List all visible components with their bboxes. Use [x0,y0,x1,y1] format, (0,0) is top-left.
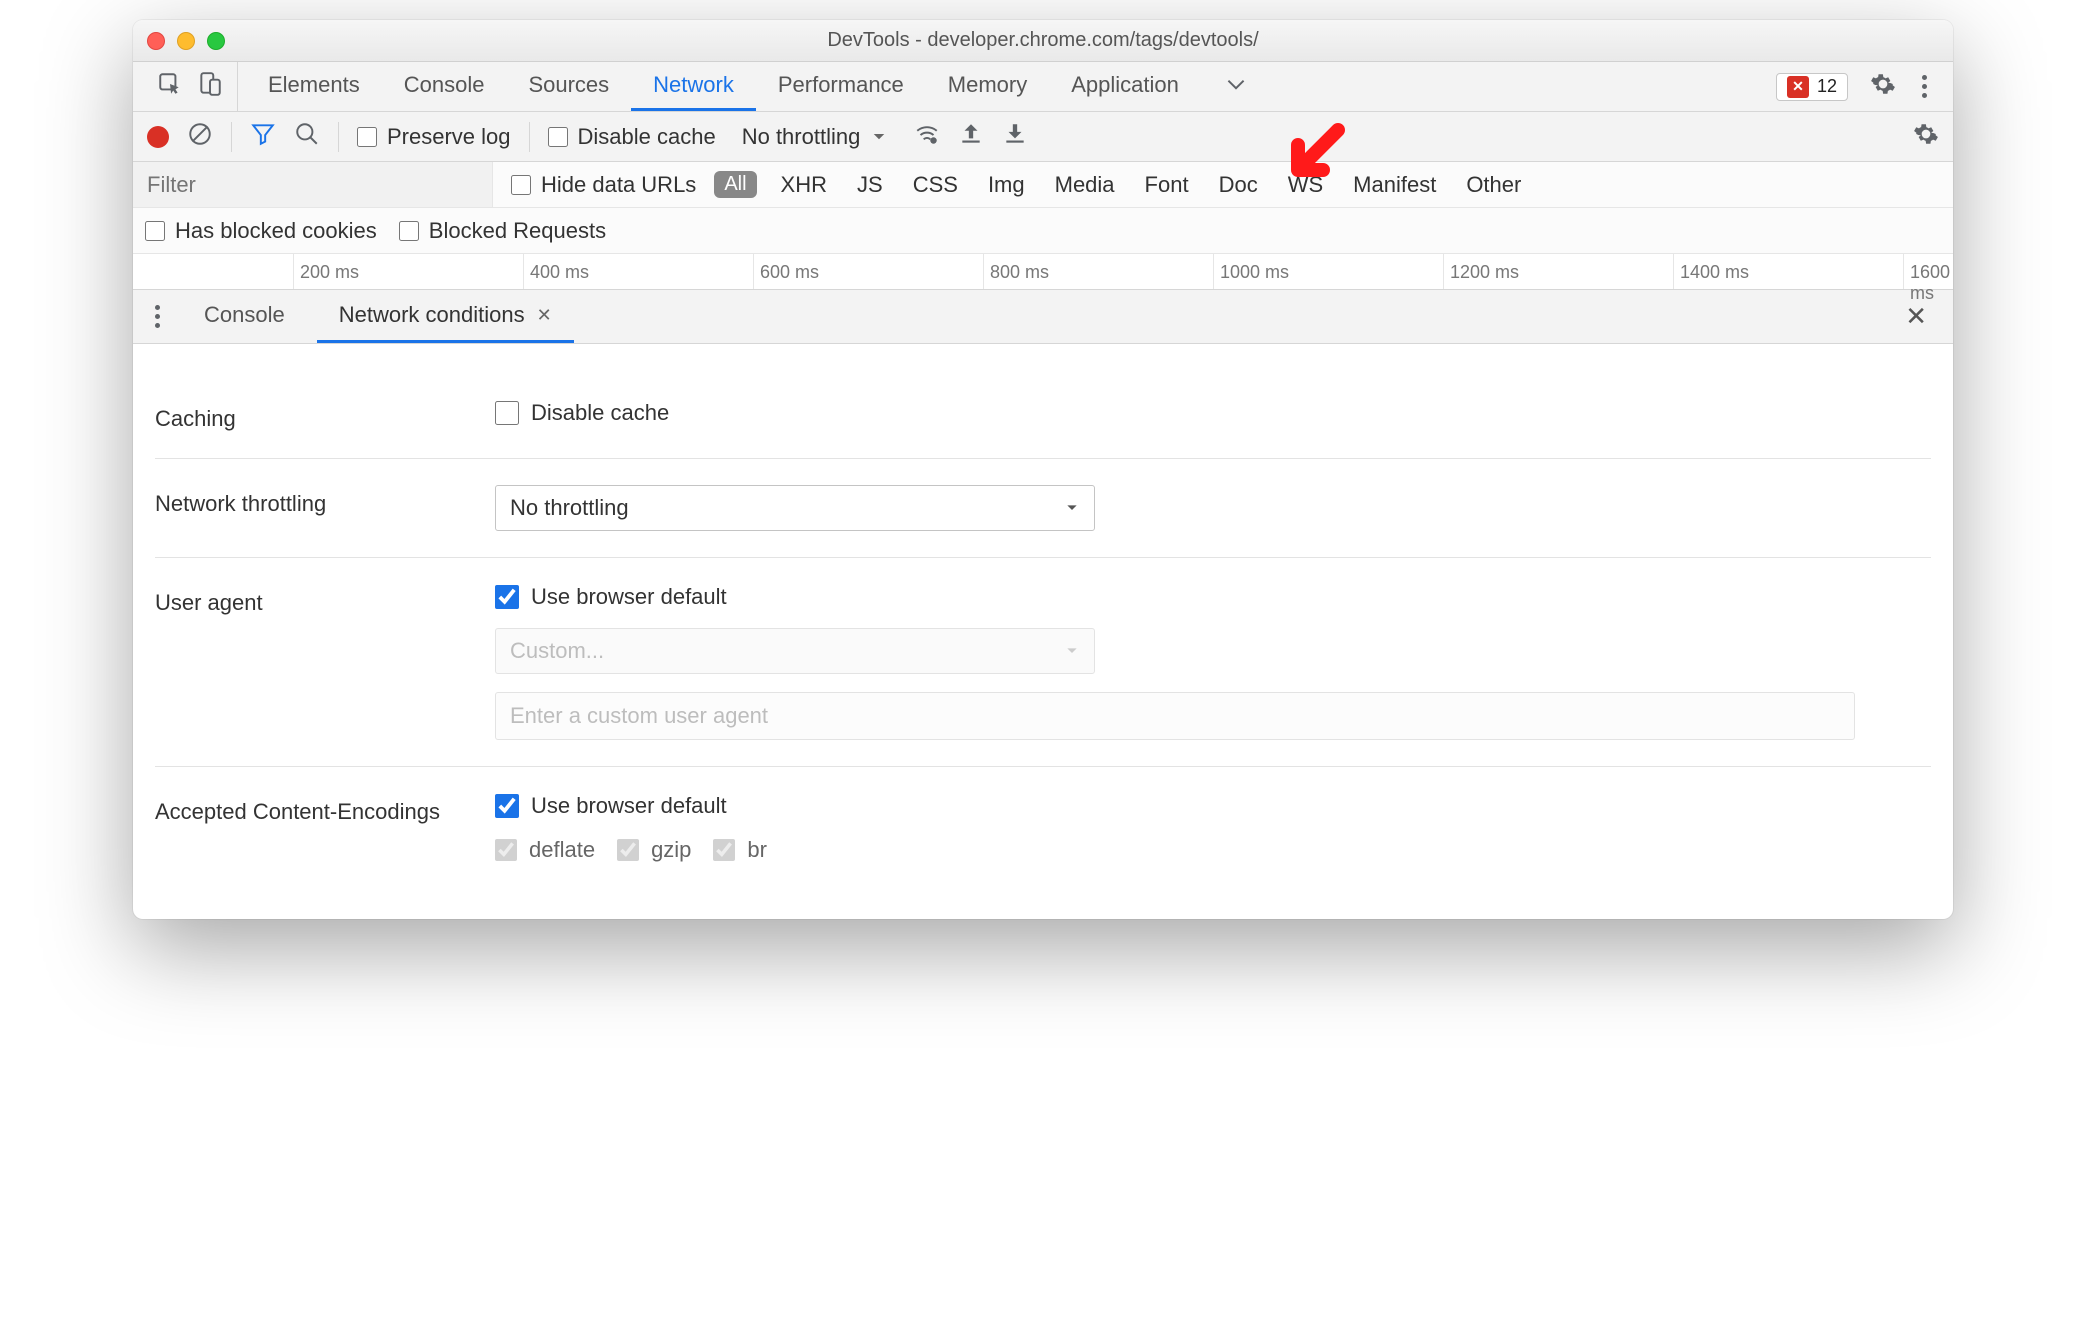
minimize-window-button[interactable] [177,32,195,50]
record-button[interactable] [147,126,169,148]
label-encodings: Accepted Content-Encodings [155,793,495,825]
filter-all[interactable]: All [714,171,756,198]
network-settings-icon[interactable] [1913,121,1939,152]
filter-media[interactable]: Media [1049,172,1121,198]
import-har-icon[interactable] [958,121,984,152]
filter-row: Hide data URLs All XHR JS CSS Img Media … [133,162,1953,208]
filter-input[interactable] [133,162,493,207]
network-conditions-icon[interactable] [914,121,940,152]
filter-xhr[interactable]: XHR [775,172,833,198]
tab-network[interactable]: Network [631,62,756,111]
throttling-dropdown[interactable]: No throttling [495,485,1095,531]
network-toolbar: Preserve log Disable cache No throttling [133,112,1953,162]
drawer-tab-console[interactable]: Console [182,290,307,343]
main-tabstrip: Elements Console Sources Network Perform… [133,62,1953,112]
devtools-window: DevTools - developer.chrome.com/tags/dev… [133,20,1953,919]
row-user-agent: User agent Use browser default Custom... [155,557,1931,766]
enc-br-checkbox[interactable]: br [713,837,767,863]
row-throttling: Network throttling No throttling [155,458,1931,557]
tab-sources[interactable]: Sources [506,62,631,111]
tab-list: Elements Console Sources Network Perform… [246,62,1271,111]
clear-icon[interactable] [187,121,213,152]
titlebar: DevTools - developer.chrome.com/tags/dev… [133,20,1953,62]
timeline-tick: 1400 ms [1673,254,1749,289]
disable-cache-checkbox[interactable]: Disable cache [495,400,669,426]
filter-doc[interactable]: Doc [1213,172,1264,198]
ua-use-browser-default-checkbox[interactable]: Use browser default [495,584,727,610]
inspect-tools [143,62,238,111]
search-icon[interactable] [294,121,320,152]
tabs-overflow-icon[interactable] [1201,62,1271,111]
filter-other[interactable]: Other [1460,172,1527,198]
drawer-more-icon[interactable] [143,299,172,334]
enc-gzip-checkbox[interactable]: gzip [617,837,691,863]
filter-funnel-icon[interactable] [250,121,276,152]
filter-css[interactable]: CSS [907,172,964,198]
device-toggle-icon[interactable] [197,71,223,102]
tab-elements[interactable]: Elements [246,62,382,111]
row-caching: Caching Disable cache [155,374,1931,458]
encodings-list: deflate gzip br [495,837,767,863]
error-count-badge[interactable]: ✕ 12 [1776,73,1848,101]
timeline-tick: 1600 ms [1903,254,1953,289]
error-icon: ✕ [1787,76,1809,98]
close-tab-icon[interactable]: ✕ [537,305,552,326]
timeline-tick: 400 ms [523,254,589,289]
export-har-icon[interactable] [1002,121,1028,152]
timeline-tick: 1200 ms [1443,254,1519,289]
tab-memory[interactable]: Memory [926,62,1049,111]
filter-ws[interactable]: WS [1282,172,1329,198]
drawer-tabstrip: Console Network conditions ✕ ✕ [133,290,1953,344]
enc-deflate-checkbox[interactable]: deflate [495,837,595,863]
disable-cache-checkbox[interactable]: Disable cache [548,124,716,150]
zoom-window-button[interactable] [207,32,225,50]
row-encodings: Accepted Content-Encodings Use browser d… [155,766,1931,889]
window-controls [147,32,225,50]
filter-font[interactable]: Font [1139,172,1195,198]
network-conditions-panel: Caching Disable cache Network throttling… [133,344,1953,919]
enc-use-browser-default-checkbox[interactable]: Use browser default [495,793,727,819]
timeline-tick: 800 ms [983,254,1049,289]
label-throttling: Network throttling [155,485,495,517]
settings-icon[interactable] [1870,71,1896,102]
tab-console[interactable]: Console [382,62,507,111]
tabstrip-right: ✕ 12 [1776,71,1943,102]
close-window-button[interactable] [147,32,165,50]
throttling-select[interactable]: No throttling [734,124,897,150]
tab-performance[interactable]: Performance [756,62,926,111]
drawer-tab-network-conditions[interactable]: Network conditions ✕ [317,290,574,343]
filter-js[interactable]: JS [851,172,889,198]
blocked-requests-checkbox[interactable]: Blocked Requests [399,218,606,244]
preserve-log-checkbox[interactable]: Preserve log [357,124,511,150]
filter-manifest[interactable]: Manifest [1347,172,1442,198]
filter-img[interactable]: Img [982,172,1031,198]
tab-application[interactable]: Application [1049,62,1201,111]
filter-row-extra: Has blocked cookies Blocked Requests [133,208,1953,254]
timeline-tick: 200 ms [293,254,359,289]
timeline-overview[interactable]: 200 ms 400 ms 600 ms 800 ms 1000 ms 1200… [133,254,1953,290]
blocked-cookies-checkbox[interactable]: Has blocked cookies [145,218,377,244]
label-user-agent: User agent [155,584,495,616]
ua-custom-input[interactable] [495,692,1855,740]
ua-custom-dropdown[interactable]: Custom... [495,628,1095,674]
hide-data-urls-checkbox[interactable]: Hide data URLs [511,172,696,198]
more-menu-icon[interactable] [1918,71,1931,102]
inspect-element-icon[interactable] [157,71,183,102]
close-drawer-icon[interactable]: ✕ [1889,301,1943,332]
timeline-tick: 1000 ms [1213,254,1289,289]
label-caching: Caching [155,400,495,432]
timeline-tick: 600 ms [753,254,819,289]
window-title: DevTools - developer.chrome.com/tags/dev… [827,29,1258,52]
error-count: 12 [1817,76,1837,97]
